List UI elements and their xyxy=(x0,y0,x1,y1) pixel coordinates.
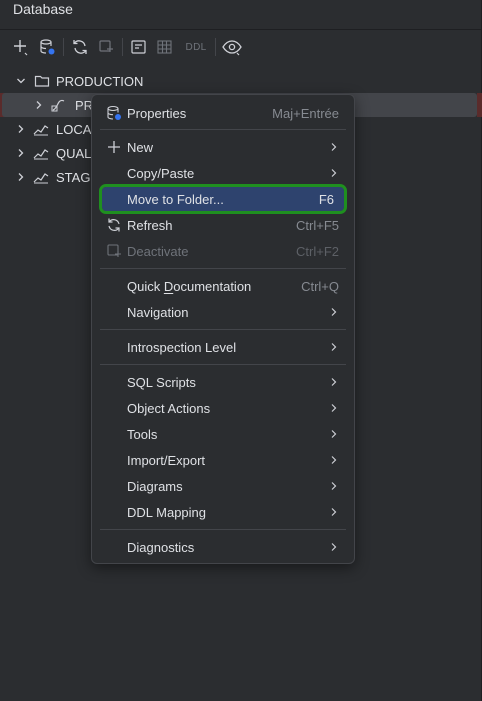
submenu-arrow-icon xyxy=(331,143,337,151)
submenu-arrow-icon xyxy=(331,543,337,551)
datasource-icon xyxy=(51,99,65,112)
plus-icon xyxy=(108,141,120,153)
menu-item-introspection-level[interactable]: Introspection Level xyxy=(99,335,347,359)
menu-separator xyxy=(100,129,346,130)
menu-item-label: New xyxy=(127,139,154,155)
menu-item-shortcut: Maj+Entrée xyxy=(272,105,339,121)
data-source-properties-icon[interactable] xyxy=(36,37,58,57)
ddl-label: DDL xyxy=(185,41,207,53)
menu-item-label: Copy/Paste xyxy=(127,165,195,181)
view-options-icon[interactable] xyxy=(221,37,243,57)
database-toolbar: DDL xyxy=(0,33,481,61)
tree-node-production-folder[interactable]: PRODUCTION xyxy=(0,69,481,93)
menu-item-move-to-folder[interactable]: Move to Folder... F6 xyxy=(99,184,347,214)
menu-item-label: Object Actions xyxy=(127,400,211,416)
menu-item-label: Refresh xyxy=(127,217,173,233)
datasource-icon xyxy=(33,173,49,184)
tool-window-header: Database xyxy=(0,0,481,30)
tree-node-label: STAG xyxy=(56,169,91,185)
submenu-arrow-icon xyxy=(331,430,337,438)
menu-item-tools[interactable]: Tools xyxy=(99,422,347,446)
menu-item-object-actions[interactable]: Object Actions xyxy=(99,396,347,420)
menu-item-deactivate[interactable]: Deactivate Ctrl+F2 xyxy=(99,239,347,263)
submenu-arrow-icon xyxy=(331,508,337,516)
menu-separator xyxy=(100,364,346,365)
context-menu: Properties Maj+Entrée New Copy/Paste Mov… xyxy=(91,94,355,564)
menu-item-label: Properties xyxy=(127,105,187,121)
submenu-arrow-icon xyxy=(331,404,337,412)
menu-item-quick-documentation[interactable]: Quick Documentation Ctrl+Q xyxy=(99,274,347,298)
submenu-arrow-icon xyxy=(331,378,337,386)
menu-item-shortcut: Ctrl+F5 xyxy=(296,217,339,233)
toolbar-separator xyxy=(63,38,64,56)
menu-item-label: Introspection Level xyxy=(127,339,237,355)
menu-label-part: Quick xyxy=(127,278,164,294)
menu-item-diagnostics[interactable]: Diagnostics xyxy=(99,535,347,559)
menu-item-label: Move to Folder... xyxy=(127,191,224,207)
tree-node-label: QUAL xyxy=(56,145,92,161)
submenu-arrow-icon xyxy=(331,482,337,490)
tree-node-label: PRODUCTION xyxy=(56,73,144,89)
menu-item-refresh[interactable]: Refresh Ctrl+F5 xyxy=(99,213,347,237)
datasource-icon xyxy=(33,125,49,136)
disconnect-icon[interactable] xyxy=(95,37,117,57)
menu-item-shortcut: F6 xyxy=(318,191,334,207)
submenu-arrow-icon xyxy=(331,456,337,464)
refresh-icon[interactable] xyxy=(69,37,91,57)
menu-item-label: DDL Mapping xyxy=(127,504,207,520)
mnemonic-letter: D xyxy=(163,278,174,294)
menu-item-import-export[interactable]: Import/Export xyxy=(99,448,347,472)
menu-item-label: Diagnostics xyxy=(127,539,195,555)
menu-item-shortcut: Ctrl+F2 xyxy=(296,243,339,259)
toolbar-separator xyxy=(215,38,216,56)
menu-item-label: Quick Documentation xyxy=(127,279,251,294)
menu-item-label: Import/Export xyxy=(127,452,206,468)
menu-item-copy-paste[interactable]: Copy/Paste xyxy=(99,161,347,185)
menu-item-shortcut: Ctrl+Q xyxy=(301,278,339,294)
ddl-button[interactable]: DDL xyxy=(183,37,209,57)
menu-item-properties[interactable]: Properties Maj+Entrée xyxy=(99,101,347,125)
error-stripe-right xyxy=(477,93,482,117)
menu-item-label: Tools xyxy=(127,426,158,442)
menu-item-navigation[interactable]: Navigation xyxy=(99,300,347,324)
menu-item-sql-scripts[interactable]: SQL Scripts xyxy=(99,370,347,394)
table-view-icon[interactable] xyxy=(154,37,176,57)
chevron-down-icon[interactable] xyxy=(16,76,26,86)
submenu-arrow-icon xyxy=(331,343,337,351)
menu-item-label: Navigation xyxy=(127,304,189,320)
jump-to-console-icon[interactable] xyxy=(128,37,150,57)
menu-separator xyxy=(100,329,346,330)
tool-window-title: Database xyxy=(13,1,73,17)
toolbar-separator xyxy=(122,38,123,56)
properties-icon xyxy=(107,105,121,120)
deactivate-icon xyxy=(107,244,121,257)
menu-item-label: Deactivate xyxy=(127,243,189,259)
menu-item-diagrams[interactable]: Diagrams xyxy=(99,474,347,498)
menu-label-part: ocumentation xyxy=(173,278,252,294)
tree-node-label: LOCA xyxy=(56,121,92,137)
submenu-arrow-icon xyxy=(331,308,337,316)
menu-separator xyxy=(100,529,346,530)
chevron-right-icon[interactable] xyxy=(16,148,26,158)
datasource-icon xyxy=(33,149,49,160)
refresh-icon xyxy=(108,218,120,232)
folder-icon xyxy=(34,75,50,87)
menu-item-ddl-mapping[interactable]: DDL Mapping xyxy=(99,500,347,524)
menu-item-new[interactable]: New xyxy=(99,135,347,159)
add-icon[interactable] xyxy=(10,37,32,57)
menu-item-label: Diagrams xyxy=(127,478,183,494)
menu-separator xyxy=(100,268,346,269)
chevron-right-icon[interactable] xyxy=(34,100,44,110)
submenu-arrow-icon xyxy=(331,169,337,177)
chevron-right-icon[interactable] xyxy=(16,172,26,182)
menu-item-label: SQL Scripts xyxy=(127,374,196,390)
chevron-right-icon[interactable] xyxy=(16,124,26,134)
